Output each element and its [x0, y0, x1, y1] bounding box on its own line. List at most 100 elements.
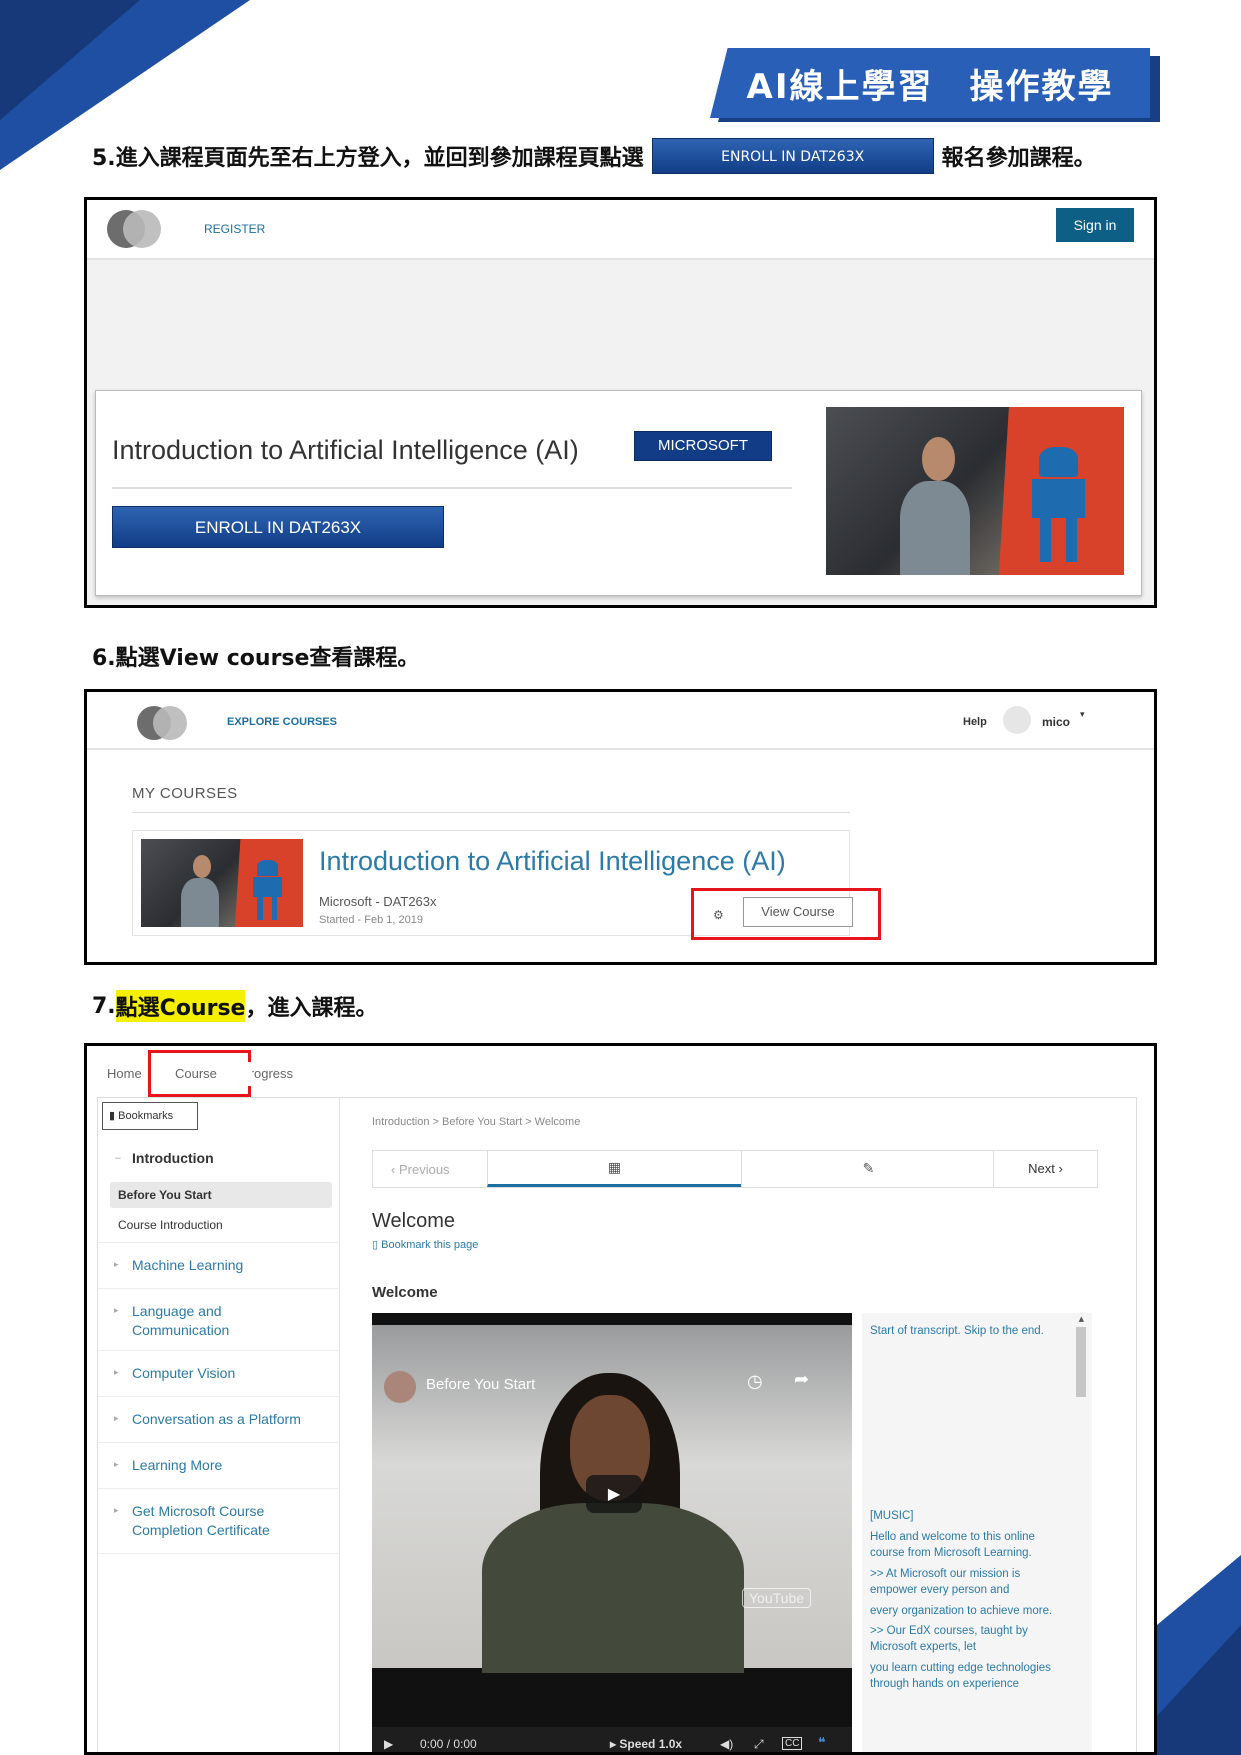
previous-label: Previous	[398, 1162, 450, 1177]
robot-icon	[250, 860, 286, 920]
step-7-highlight: 點選Course	[115, 990, 246, 1022]
transcript-toggle-icon[interactable]: ❝	[818, 1734, 826, 1751]
sidebar-section-language[interactable]: ▸ Language and Communication	[98, 1288, 340, 1350]
sidebar-section-machine-learning[interactable]: ▸ Machine Learning	[98, 1242, 340, 1288]
sidebar-section-conversation[interactable]: ▸ Conversation as a Platform	[98, 1396, 340, 1442]
video-title[interactable]: Before You Start	[426, 1376, 535, 1393]
course-start-date: Started - Feb 1, 2019	[319, 914, 423, 926]
tab-overlap	[232, 1062, 252, 1086]
transcript-line[interactable]: [MUSIC]	[870, 1508, 1070, 1524]
speed-control[interactable]: ▸ Speed 1.0x	[610, 1737, 682, 1751]
site-logo[interactable]	[107, 210, 163, 248]
transcript-line[interactable]: >> Our EdX courses, taught by Microsoft …	[870, 1623, 1070, 1655]
sidebar-section-label: Get Microsoft Course Completion Certific…	[132, 1503, 270, 1538]
transcript-panel[interactable]: ▲ ▼ Start of transcript. Skip to the end…	[862, 1313, 1092, 1752]
step-7-instruction: 7. 點選Course ，進入課程。	[92, 990, 377, 1022]
sidebar-item-before-you-start[interactable]: Before You Start	[110, 1182, 332, 1208]
previous-button[interactable]: ‹ Previous	[391, 1162, 450, 1177]
sidebar-section-label: Learning More	[132, 1457, 223, 1473]
step-6-text: 6.點選View course查看課程。	[92, 646, 420, 671]
watch-later-icon[interactable]: ◷	[747, 1371, 763, 1392]
play-icon[interactable]: ▶	[586, 1475, 642, 1513]
sidebar-section-learning-more[interactable]: ▸ Learning More	[98, 1442, 340, 1488]
sign-in-button[interactable]: Sign in	[1056, 208, 1134, 242]
video-presenter-body	[482, 1503, 744, 1673]
tab-home[interactable]: Home	[107, 1066, 142, 1081]
video-heading: Welcome	[372, 1284, 438, 1301]
chevron-down-icon[interactable]: ▾	[1080, 710, 1085, 720]
username[interactable]: mico	[1042, 715, 1070, 729]
scroll-down-icon[interactable]: ▼	[1079, 1751, 1084, 1752]
avatar[interactable]	[1003, 706, 1031, 734]
highlight-box	[691, 888, 881, 940]
inline-enroll-button-image: ENROLL IN DAT263X	[651, 138, 934, 174]
bookmark-icon: ▯	[372, 1239, 379, 1251]
unit-content: Introduction > Before You Start > Welcom…	[372, 1098, 1136, 1752]
transcript-line[interactable]: >> At Microsoft our mission is empower e…	[870, 1566, 1070, 1598]
video-controls: ▶ 0:00 / 0:00 ▸ Speed 1.0x ◀) ⤢ CC ❝	[372, 1727, 852, 1752]
transcript-line[interactable]: you learn cutting edge technologies thro…	[870, 1660, 1070, 1692]
sidebar-item-course-introduction[interactable]: Course Introduction	[118, 1218, 223, 1232]
chevron-right-icon: ›	[1058, 1161, 1063, 1176]
divider	[132, 812, 850, 813]
site-header: REGISTER Sign in	[87, 200, 1154, 260]
robot-icon	[1026, 447, 1092, 562]
chevron-right-icon: ▸	[114, 1305, 119, 1315]
corner-decoration-top-left-dark	[0, 0, 140, 120]
transcript-line[interactable]: Start of transcript. Skip to the end.	[870, 1323, 1070, 1339]
banner-title: AI線上學習 操作教學	[746, 66, 1114, 107]
transcript-line[interactable]: Hello and welcome to this online course …	[870, 1529, 1070, 1561]
video-unit-tab[interactable]: ▦	[487, 1151, 741, 1187]
sidebar-section-label: Machine Learning	[132, 1257, 244, 1273]
screenshot-panel-courseware: Home Course Progress ▮ Bookmarks − Intro…	[84, 1043, 1157, 1755]
bookmarks-button[interactable]: ▮ Bookmarks	[102, 1102, 198, 1130]
chevron-down-icon[interactable]: −	[114, 1154, 122, 1164]
step-5-text-before: 5.進入課程頁面先至右上方登入，並回到參加課程頁點選	[92, 146, 644, 171]
course-org-code: Microsoft - DAT263x	[319, 894, 437, 909]
chevron-right-icon: ▸	[114, 1367, 119, 1377]
explore-courses-link[interactable]: EXPLORE COURSES	[227, 716, 337, 728]
courseware-area: ▮ Bookmarks − Introduction Before You St…	[97, 1097, 1137, 1752]
bookmark-icon: ▮	[109, 1110, 116, 1122]
bookmark-page-link[interactable]: ▯ Bookmark this page	[372, 1238, 478, 1251]
course-title-link[interactable]: Introduction to Artificial Intelligence …	[319, 846, 786, 877]
help-link[interactable]: Help	[963, 716, 987, 728]
course-title: Introduction to Artificial Intelligence …	[112, 435, 579, 465]
sidebar-section-label: Language and Communication	[132, 1303, 230, 1338]
step-5-text-after: 報名參加課程。	[941, 146, 1096, 171]
course-outline-sidebar: ▮ Bookmarks − Introduction Before You St…	[98, 1098, 340, 1752]
unit-title: Welcome	[372, 1210, 455, 1232]
sidebar-section-computer-vision[interactable]: ▸ Computer Vision	[98, 1350, 340, 1396]
fullscreen-icon[interactable]: ⤢	[754, 1737, 764, 1752]
sidebar-section-certificate[interactable]: ▸ Get Microsoft Course Completion Certif…	[98, 1488, 340, 1554]
course-about-card: Introduction to Artificial Intelligence …	[95, 390, 1142, 596]
volume-icon[interactable]: ◀)	[720, 1737, 733, 1751]
chevron-left-icon: ‹	[391, 1162, 396, 1177]
captions-icon[interactable]: CC	[782, 1737, 803, 1750]
scroll-up-icon[interactable]: ▲	[1079, 1315, 1084, 1323]
youtube-logo[interactable]: YouTube	[742, 1588, 812, 1608]
register-link[interactable]: REGISTER	[204, 222, 265, 236]
sidebar-section-label: Conversation as a Platform	[132, 1411, 301, 1427]
my-courses-heading: MY COURSES	[132, 785, 238, 802]
video-time: 0:00 / 0:00	[420, 1737, 477, 1751]
bookmark-page-label: Bookmark this page	[381, 1239, 479, 1251]
play-button-icon[interactable]: ▶	[384, 1737, 393, 1751]
sidebar-section-label: Computer Vision	[132, 1365, 236, 1381]
screenshot-panel-enroll: REGISTER Sign in Introduction to Artific…	[84, 197, 1157, 608]
divider	[112, 487, 792, 489]
chevron-right-icon: ▸	[114, 1505, 119, 1515]
share-icon[interactable]: ➦	[794, 1369, 809, 1390]
sequence-navigation: ‹ Previous ▦ ✎ Next ›	[372, 1150, 1098, 1188]
scrollbar[interactable]	[1076, 1327, 1086, 1397]
channel-avatar-icon[interactable]	[384, 1371, 416, 1403]
enroll-button[interactable]: ENROLL IN DAT263X	[112, 506, 444, 548]
site-logo[interactable]	[137, 706, 189, 740]
problem-unit-tab[interactable]: ✎	[741, 1151, 995, 1187]
chevron-right-icon: ▸	[114, 1413, 119, 1423]
sidebar-section-introduction[interactable]: Introduction	[132, 1150, 214, 1166]
video-player[interactable]: Before You Start ◷ ➦ ▶ YouTube ▶ 0:00 / …	[372, 1313, 852, 1752]
transcript-line[interactable]: every organization to achieve more.	[870, 1603, 1070, 1619]
course-thumbnail[interactable]	[141, 839, 303, 927]
next-button[interactable]: Next ›	[993, 1151, 1097, 1187]
